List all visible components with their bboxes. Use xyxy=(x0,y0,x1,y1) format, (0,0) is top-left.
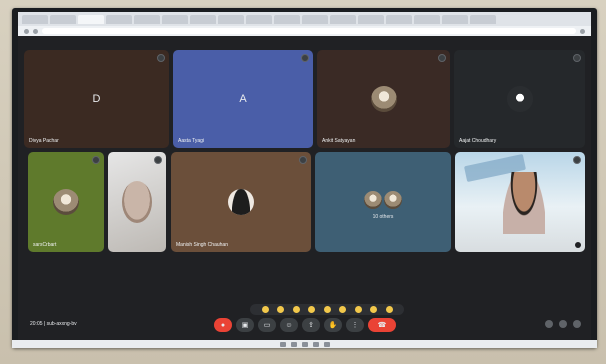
back-icon[interactable] xyxy=(24,28,29,34)
participant-video[interactable] xyxy=(108,152,166,252)
browser-tab[interactable] xyxy=(414,14,440,24)
mic-icon[interactable]: ● xyxy=(214,318,232,332)
browser-tab[interactable] xyxy=(134,14,160,24)
others-count-label: 10 others xyxy=(372,214,394,220)
taskbar-app-icon[interactable] xyxy=(323,341,330,347)
mic-off-icon xyxy=(573,156,581,164)
participant-name: Ankit Satyayan xyxy=(322,138,356,144)
mic-off-icon xyxy=(299,156,307,164)
taskbar-app-icon[interactable] xyxy=(290,341,297,347)
participant-avatar xyxy=(370,86,397,112)
mic-off-icon xyxy=(92,156,100,164)
camera-icon[interactable]: ▣ xyxy=(236,318,254,332)
emoji-icon[interactable] xyxy=(292,306,300,313)
others-avatars xyxy=(364,191,402,209)
self-view-tile[interactable] xyxy=(455,152,585,252)
participant-avatar xyxy=(506,86,533,112)
mic-off-icon xyxy=(573,54,581,62)
participant-avatar xyxy=(53,189,79,215)
meeting-info: 20:05 | sub-axxng-bv xyxy=(30,321,77,327)
chat-icon[interactable] xyxy=(573,320,581,328)
participant-tile[interactable]: D Divya Pachar xyxy=(24,50,169,148)
mic-off-icon xyxy=(301,54,309,62)
hand-icon[interactable]: ✋ xyxy=(324,318,342,332)
meeting-code: sub-axxng-bv xyxy=(46,321,77,327)
reload-icon[interactable] xyxy=(33,28,38,34)
taskbar-app-icon[interactable] xyxy=(312,341,319,347)
side-panel-controls xyxy=(545,320,581,328)
emoji-icon[interactable] xyxy=(339,306,346,313)
browser-tab[interactable] xyxy=(50,14,76,24)
browser-tab[interactable] xyxy=(470,14,496,24)
participant-name: sarsCrbart xyxy=(33,242,57,248)
captions-icon[interactable]: ▭ xyxy=(258,318,276,332)
taskbar-app-icon[interactable] xyxy=(301,341,308,347)
participant-name: Divya Pachar xyxy=(29,138,59,144)
reactions-bar xyxy=(250,304,404,315)
os-taskbar xyxy=(12,340,597,348)
participant-initial: A xyxy=(239,93,247,105)
browser-tab[interactable] xyxy=(274,14,300,24)
participant-name: Aajat Choudhary xyxy=(459,138,497,144)
emoji-icon[interactable] xyxy=(385,306,393,313)
browser-tab[interactable] xyxy=(442,14,468,24)
browser-tab[interactable] xyxy=(302,14,328,24)
mic-off-icon xyxy=(154,156,162,164)
person-silhouette xyxy=(232,189,250,215)
participant-tile[interactable]: Aajat Choudhary xyxy=(454,50,585,148)
browser-tab[interactable] xyxy=(358,14,384,24)
browser-tab[interactable] xyxy=(386,14,412,24)
monitor: D Divya Pachar A Aasta Tyagi Ankit Satya… xyxy=(12,8,597,348)
emoji-icon[interactable] xyxy=(277,306,284,313)
info-icon[interactable] xyxy=(545,320,553,328)
people-icon[interactable] xyxy=(559,320,567,328)
meeting-area: D Divya Pachar A Aasta Tyagi Ankit Satya… xyxy=(18,36,591,342)
mic-off-icon xyxy=(157,54,165,62)
start-icon[interactable] xyxy=(279,341,286,347)
browser-tab[interactable] xyxy=(162,14,188,24)
browser-tab-active[interactable] xyxy=(78,14,104,24)
participant-face xyxy=(122,181,152,223)
browser-tab[interactable] xyxy=(106,14,132,24)
emoji-icon[interactable] xyxy=(354,306,362,313)
browser-tab[interactable] xyxy=(190,14,216,24)
screen: D Divya Pachar A Aasta Tyagi Ankit Satya… xyxy=(18,12,591,342)
participant-name: Manish Singh Chauhan xyxy=(176,242,228,248)
participant-avatar xyxy=(228,189,254,215)
more-options-icon[interactable] xyxy=(575,242,581,248)
participant-tile[interactable]: sarsCrbart xyxy=(28,152,104,252)
browser-tab[interactable] xyxy=(330,14,356,24)
emoji-icon[interactable] xyxy=(370,306,377,313)
emoji-icon[interactable] xyxy=(261,306,269,313)
browser-tab-bar xyxy=(18,12,591,26)
participant-tile[interactable]: Manish Singh Chauhan xyxy=(171,152,311,252)
self-video-person xyxy=(503,172,545,234)
browser-tab[interactable] xyxy=(22,14,48,24)
participant-initial: D xyxy=(92,93,101,105)
emoji-button-icon[interactable]: ☺ xyxy=(280,318,298,332)
emoji-icon[interactable] xyxy=(323,306,331,313)
browser-tab[interactable] xyxy=(246,14,272,24)
participant-tile[interactable]: Ankit Satyayan xyxy=(317,50,450,148)
others-tile[interactable]: 10 others xyxy=(315,152,451,252)
present-icon[interactable]: ⇪ xyxy=(302,318,320,332)
participant-tile[interactable]: A Aasta Tyagi xyxy=(173,50,313,148)
meeting-time: 20:05 xyxy=(30,321,43,327)
mic-off-icon xyxy=(438,54,446,62)
meeting-separator: | xyxy=(43,321,46,327)
address-bar xyxy=(18,26,591,36)
participant-avatar xyxy=(384,191,402,209)
more-icon[interactable]: ⋮ xyxy=(346,318,364,332)
leave-call-icon[interactable]: ☎ xyxy=(368,318,396,332)
participant-name: Aasta Tyagi xyxy=(178,138,205,144)
url-field[interactable] xyxy=(42,28,576,34)
emoji-icon[interactable] xyxy=(308,306,315,313)
participant-avatar xyxy=(364,191,382,209)
browser-tab[interactable] xyxy=(218,14,244,24)
call-controls: ● ▣ ▭ ☺ ⇪ ✋ ⋮ ☎ xyxy=(214,318,396,332)
profile-icon[interactable] xyxy=(580,28,585,34)
control-bar: 20:05 | sub-axxng-bv ● ▣ ▭ ☺ ⇪ ✋ ⋮ ☎ xyxy=(18,302,591,342)
